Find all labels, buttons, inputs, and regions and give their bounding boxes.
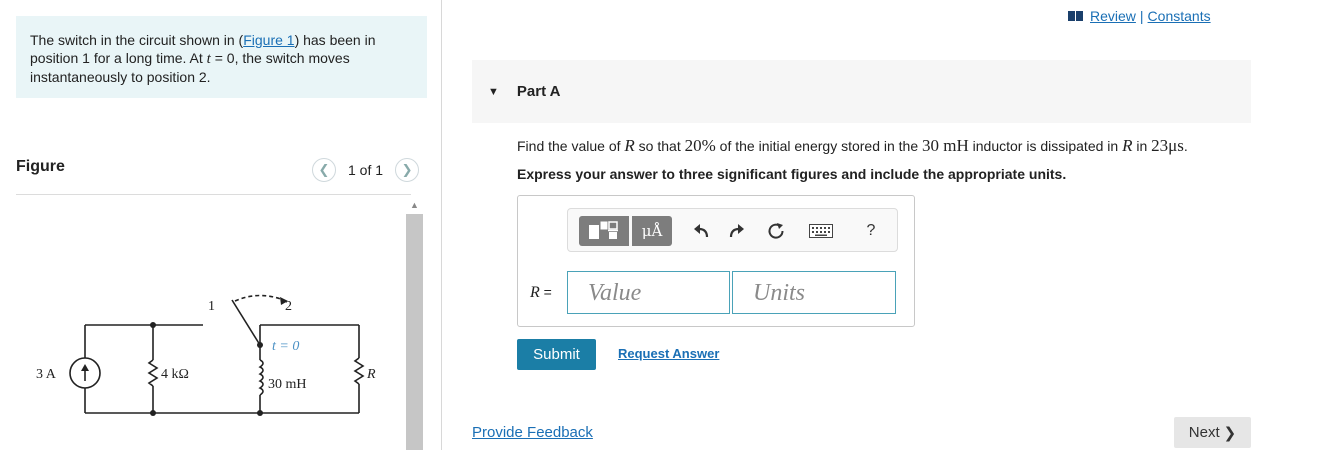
percent-value: 20%	[684, 136, 716, 155]
request-answer-link[interactable]: Request Answer	[618, 346, 719, 361]
time-value: 23μs	[1151, 136, 1184, 155]
panel-divider	[441, 0, 442, 450]
figure-title: Figure	[16, 158, 65, 175]
undo-button[interactable]	[688, 217, 714, 245]
part-a-header[interactable]: ▼ Part A	[472, 60, 1251, 123]
question-fragment: inductor is dissipated in	[968, 138, 1123, 154]
answer-variable-label: R =	[530, 284, 552, 302]
inductor-label: 30 mH	[268, 377, 307, 392]
resistor-1-label: 4 kΩ	[161, 367, 189, 382]
circuit-figure: 3 A 4 kΩ 30 mH R 1 2 t = 0	[36, 294, 376, 416]
templates-button[interactable]	[579, 216, 629, 246]
question-fragment: in	[1132, 138, 1152, 154]
keyboard-button[interactable]	[806, 217, 836, 245]
units-button[interactable]: μÅ	[632, 216, 672, 246]
problem-text: The switch in the circuit shown in (	[30, 32, 244, 48]
undo-icon	[694, 224, 709, 238]
inductance-value: 30 mH	[922, 136, 969, 155]
prev-figure-button[interactable]: ❮	[312, 158, 336, 182]
chevron-right-icon: ❯	[1223, 424, 1237, 442]
scroll-thumb[interactable]	[406, 214, 423, 450]
next-button-label: Next	[1188, 424, 1220, 441]
resistance-variable: R	[624, 136, 635, 155]
question-fragment: of the initial energy stored in the	[715, 138, 923, 154]
units-input[interactable]: Units	[732, 271, 896, 314]
redo-button[interactable]	[724, 217, 750, 245]
math-toolbar: μÅ ?	[567, 208, 898, 252]
chevron-right-icon: ❯	[401, 162, 413, 177]
question-fragment: .	[1183, 138, 1188, 154]
switch-position-1-label: 1	[208, 299, 215, 314]
answer-variable: R	[530, 284, 540, 301]
constants-link[interactable]: Constants	[1148, 8, 1211, 24]
figure-divider	[16, 194, 411, 195]
keyboard-icon	[809, 224, 833, 238]
collapse-caret-icon[interactable]: ▼	[488, 86, 499, 98]
next-button[interactable]: Next ❯	[1174, 417, 1251, 448]
resistance-variable: R	[1122, 136, 1133, 155]
help-button[interactable]: ?	[858, 217, 884, 245]
submit-button[interactable]: Submit	[517, 339, 596, 370]
figure-pager: ❮ 1 of 1 ❯	[312, 158, 420, 182]
book-icon	[1068, 11, 1083, 21]
question-fragment: Find the value of	[517, 138, 625, 154]
resistor-r-label: R	[366, 367, 376, 382]
switch-time-label: t = 0	[272, 339, 299, 354]
equals-sign: =	[539, 284, 552, 300]
link-separator: |	[1139, 8, 1144, 24]
provide-feedback-link[interactable]: Provide Feedback	[472, 424, 593, 441]
reset-icon	[768, 223, 784, 239]
templates-icon	[589, 221, 618, 239]
part-title: Part A	[516, 83, 561, 100]
chevron-left-icon: ❮	[318, 162, 330, 177]
answer-box: μÅ ? R = Value Units	[517, 195, 915, 327]
answer-instruction: Express your answer to three significant…	[517, 166, 1067, 182]
question-fragment: so that	[634, 138, 685, 154]
figure-scrollbar[interactable]: ▲	[405, 196, 424, 450]
source-label: 3 A	[36, 367, 57, 382]
review-link[interactable]: Review	[1090, 8, 1136, 24]
review-constants-links: Review | Constants	[1068, 8, 1211, 24]
switch-position-2-label: 2	[285, 299, 292, 314]
value-input[interactable]: Value	[567, 271, 730, 314]
figure-count: 1 of 1	[348, 162, 384, 178]
scroll-up-arrow-icon[interactable]: ▲	[405, 196, 424, 214]
redo-icon	[729, 224, 744, 238]
question-text: Find the value of R so that 20% of the i…	[517, 136, 1188, 156]
reset-button[interactable]	[763, 217, 789, 245]
figure-link[interactable]: Figure 1	[243, 32, 294, 48]
problem-statement: The switch in the circuit shown in (Figu…	[16, 16, 427, 98]
help-icon: ?	[866, 222, 876, 239]
units-icon: μÅ	[641, 222, 663, 240]
next-figure-button[interactable]: ❯	[395, 158, 420, 182]
